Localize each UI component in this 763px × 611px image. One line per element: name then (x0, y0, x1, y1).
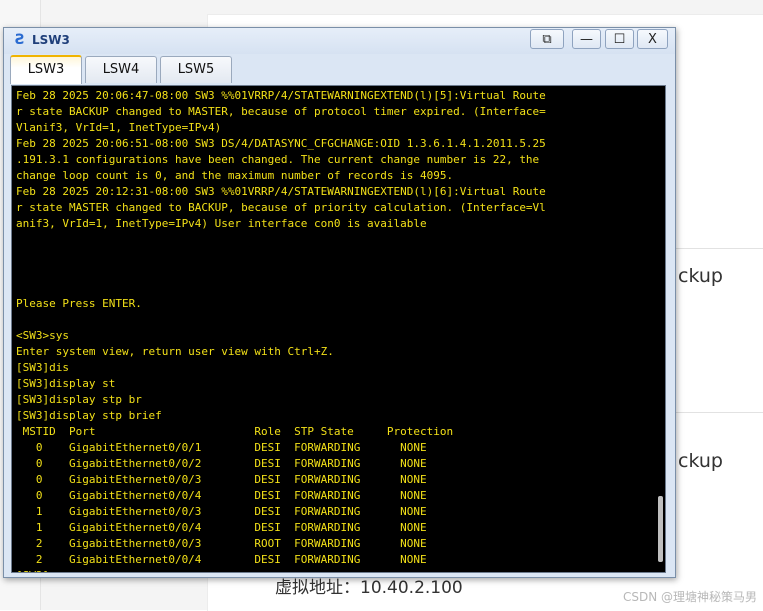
device-tab-bar: LSW3 LSW4 LSW5 (8, 55, 671, 84)
terminal-line: Enter system view, return user view with… (16, 345, 334, 358)
tab-lsw4[interactable]: LSW4 (85, 56, 157, 83)
terminal-line: anif3, VrId=1, InetType=IPv4) User inter… (16, 217, 427, 230)
restore-window-button[interactable]: ⧉ (530, 29, 564, 49)
terminal-line: Please Press ENTER. (16, 297, 142, 310)
terminal-line: [SW3] (16, 568, 546, 572)
terminal-line: [SW3]display stp br (16, 393, 142, 406)
terminal-line: Feb 28 2025 20:12:31-08:00 SW3 %%01VRRP/… (16, 185, 546, 198)
background-divider (676, 248, 763, 249)
restore-icon: ⧉ (542, 32, 552, 47)
console-terminal[interactable]: Feb 28 2025 20:06:47-08:00 SW3 %%01VRRP/… (11, 85, 666, 573)
tab-lsw5[interactable]: LSW5 (160, 56, 232, 83)
terminal-line: [SW3]dis (16, 361, 69, 374)
terminal-window: Ƨ LSW3 ⧉ — ☐ X LSW3 LSW4 LSW5 Feb 28 202… (3, 27, 676, 578)
terminal-line: 1 GigabitEthernet0/0/4 DESI FORWARDING N… (16, 521, 427, 534)
maximize-button[interactable]: ☐ (605, 29, 634, 49)
terminal-line: change loop count is 0, and the maximum … (16, 169, 454, 182)
terminal-line: 0 GigabitEthernet0/0/2 DESI FORWARDING N… (16, 457, 427, 470)
terminal-line: [SW3]display st (16, 377, 116, 390)
console-output: Feb 28 2025 20:06:47-08:00 SW3 %%01VRRP/… (16, 88, 546, 572)
terminal-line: r state BACKUP changed to MASTER, becaus… (16, 105, 546, 118)
terminal-line: MSTID Port Role STP State Protection (16, 425, 454, 438)
close-icon: X (648, 32, 657, 47)
watermark: CSDN @理塘神秘策马男 (622, 590, 757, 604)
maximize-icon: ☐ (613, 32, 626, 47)
tab-lsw3[interactable]: LSW3 (10, 55, 82, 84)
window-title: LSW3 (32, 33, 70, 47)
terminal-line: [SW3]display stp brief (16, 409, 162, 422)
terminal-line: 0 GigabitEthernet0/0/4 DESI FORWARDING N… (16, 489, 427, 502)
minimize-icon: — (580, 32, 593, 47)
minimize-button[interactable]: — (572, 29, 601, 49)
close-button[interactable]: X (637, 29, 668, 49)
terminal-line: <SW3>sys (16, 329, 69, 342)
title-bar[interactable]: Ƨ LSW3 ⧉ — ☐ X (4, 28, 675, 54)
background-label-backup-2: ckup (678, 450, 723, 472)
terminal-line: Feb 28 2025 20:06:47-08:00 SW3 %%01VRRP/… (16, 89, 546, 102)
terminal-line: 0 GigabitEthernet0/0/1 DESI FORWARDING N… (16, 441, 427, 454)
terminal-line: 0 GigabitEthernet0/0/3 DESI FORWARDING N… (16, 473, 427, 486)
background-label-backup-1: ckup (678, 265, 723, 287)
terminal-line: .191.3.1 configurations have been change… (16, 153, 540, 166)
terminal-line: 2 GigabitEthernet0/0/3 ROOT FORWARDING N… (16, 537, 427, 550)
terminal-line: Feb 28 2025 20:06:51-08:00 SW3 DS/4/DATA… (16, 137, 546, 150)
terminal-line: 2 GigabitEthernet0/0/4 DESI FORWARDING N… (16, 553, 427, 566)
terminal-scrollbar[interactable] (658, 496, 663, 562)
terminal-line: 1 GigabitEthernet0/0/3 DESI FORWARDING N… (16, 505, 427, 518)
terminal-line: Vlanif3, VrId=1, InetType=IPv4) (16, 121, 222, 134)
background-divider (676, 412, 763, 413)
terminal-line: r state MASTER changed to BACKUP, becaus… (16, 201, 546, 214)
ensp-device-icon: Ƨ (14, 32, 26, 48)
